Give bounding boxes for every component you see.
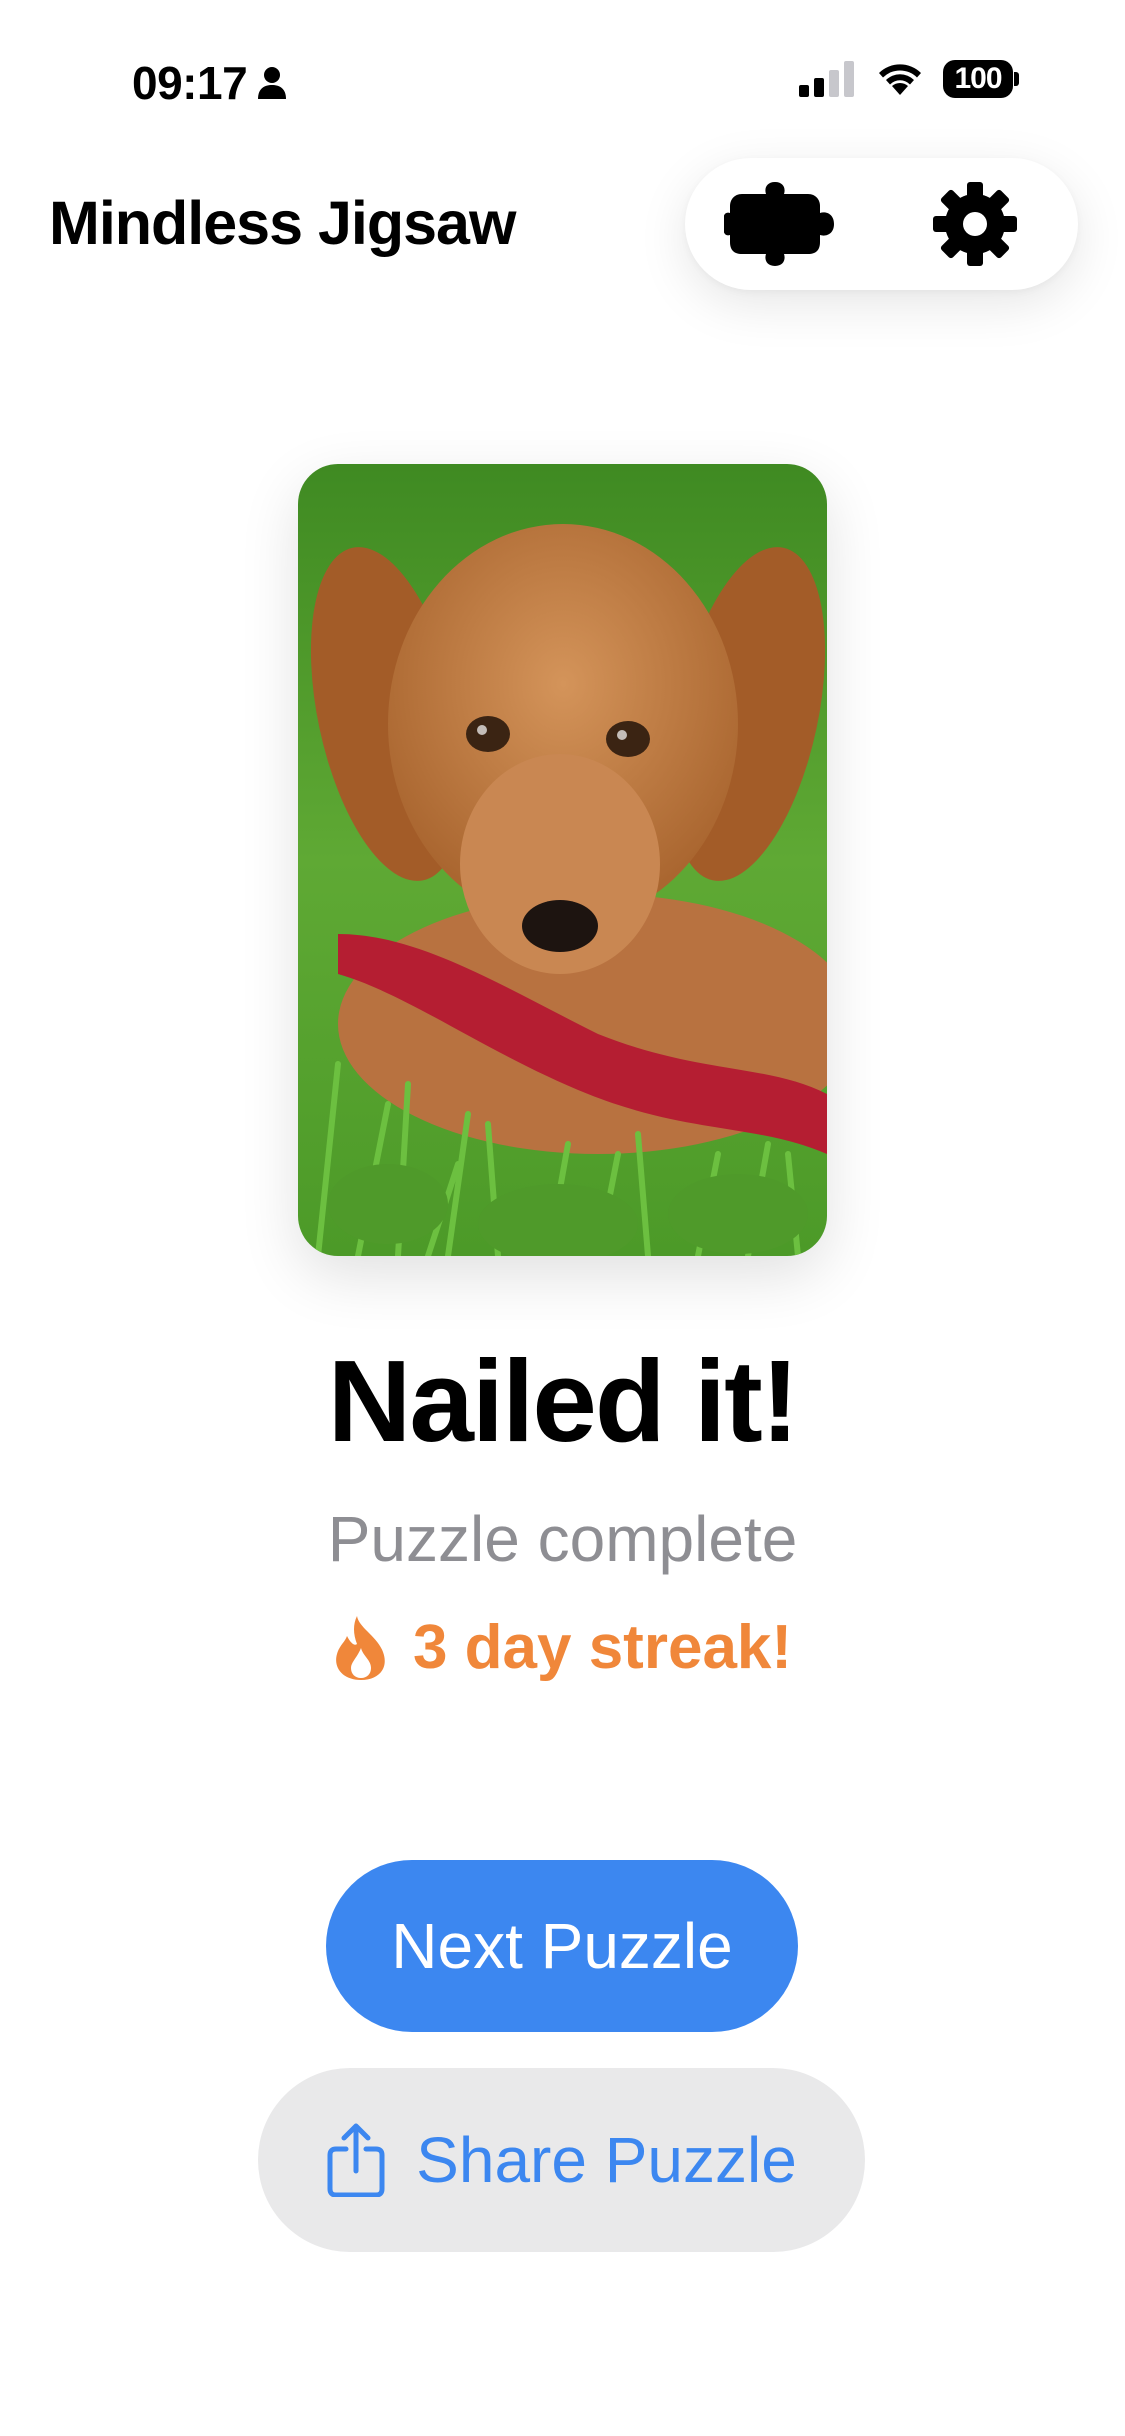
completion-headline: Nailed it! <box>327 1336 800 1466</box>
battery-level: 100 <box>943 60 1013 98</box>
share-puzzle-label: Share Puzzle <box>416 2124 797 2196</box>
clock-group: 09:17 <box>132 56 287 110</box>
status-bar: 09:17 100 <box>0 0 1125 160</box>
next-puzzle-button[interactable]: Next Puzzle <box>326 1860 798 2032</box>
status-icons: 100 <box>799 60 1019 98</box>
header-actions <box>685 158 1078 290</box>
share-icon <box>327 2123 385 2197</box>
puppy-photo <box>298 464 827 1256</box>
completed-puzzle-image <box>298 464 827 1256</box>
person-icon <box>258 67 287 99</box>
puzzle-button[interactable] <box>703 158 863 290</box>
settings-button[interactable] <box>895 158 1055 290</box>
puzzle-piece-icon <box>724 182 834 266</box>
clock: 09:17 <box>132 57 248 109</box>
flame-icon <box>336 1615 385 1680</box>
completion-subtitle: Puzzle complete <box>327 1503 798 1575</box>
signal-icon <box>799 61 854 97</box>
wifi-icon <box>879 64 921 95</box>
gear-icon <box>933 182 1017 266</box>
share-puzzle-button[interactable]: Share Puzzle <box>258 2068 865 2252</box>
streak-label: 3 day streak! <box>412 1613 793 1682</box>
app-title: Mindless Jigsaw <box>49 189 516 257</box>
battery-nub <box>1014 72 1019 86</box>
battery-icon: 100 <box>943 60 1019 98</box>
next-puzzle-label: Next Puzzle <box>391 1910 733 1982</box>
streak-indicator: 3 day streak! <box>0 1612 1125 1683</box>
